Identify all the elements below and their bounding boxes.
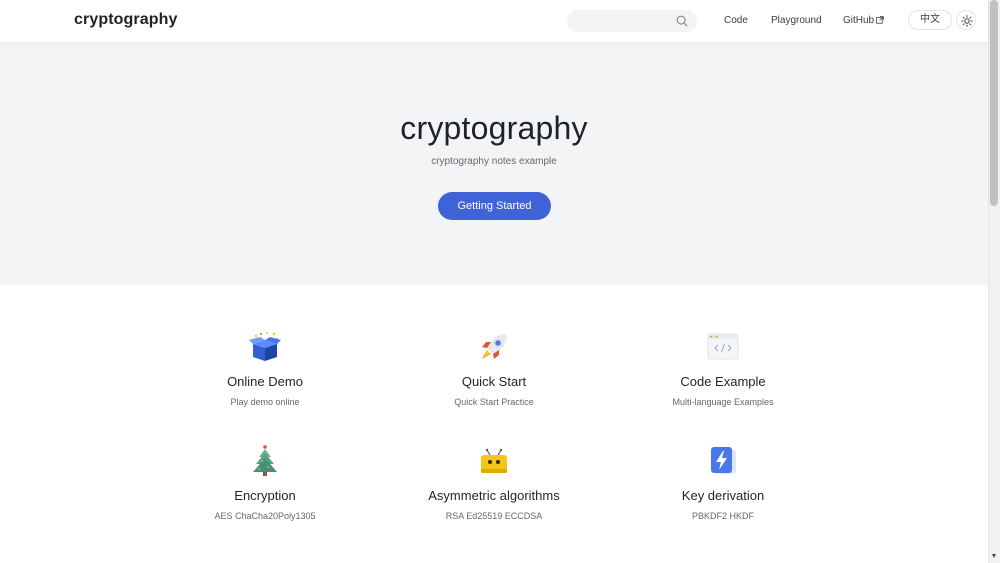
features-section: Online Demo Play demo online Quick Start…	[0, 285, 988, 563]
feature-title: Key derivation	[681, 488, 765, 503]
feature-card-online-demo[interactable]: Online Demo Play demo online	[155, 330, 375, 407]
nav-link-github-label: GitHub	[843, 15, 875, 26]
feature-card-quick-start[interactable]: Quick Start Quick Start Practice	[384, 330, 604, 407]
theme-toggle-button[interactable]	[956, 10, 976, 30]
feature-title: Encryption	[234, 488, 296, 503]
rocket-icon	[482, 334, 507, 359]
feature-title: Asymmetric algorithms	[428, 488, 560, 503]
robot-icon	[481, 448, 507, 473]
code-window-icon	[707, 333, 739, 360]
feature-title: Online Demo	[227, 374, 303, 389]
scrollbar-thumb[interactable]	[990, 0, 998, 206]
external-link-icon	[876, 16, 884, 24]
lightning-icon	[711, 447, 736, 474]
feature-details: PBKDF2 HKDF	[691, 511, 754, 521]
feature-card-key-derivation[interactable]: Key derivation PBKDF2 HKDF	[613, 444, 833, 521]
language-switch-button[interactable]: 中文	[908, 10, 952, 30]
scroll-down-arrow-icon[interactable]: ▼	[990, 553, 998, 561]
site-title[interactable]: cryptography	[74, 11, 177, 29]
sun-icon	[961, 15, 973, 27]
hero-section: cryptography cryptography notes example …	[0, 42, 988, 285]
feature-card-encryption[interactable]: Encryption AES ChaCha20Poly1305	[155, 444, 375, 521]
feature-card-code-example[interactable]: Code Example Multi-language Examples	[613, 330, 833, 407]
nav-link-github[interactable]: GitHub	[843, 15, 884, 26]
hero-tagline: cryptography notes example	[431, 156, 557, 167]
nav-link-playground[interactable]: Playground	[771, 15, 822, 26]
feature-details: Multi-language Examples	[672, 397, 774, 407]
feature-title: Quick Start	[461, 374, 527, 389]
feature-details: AES ChaCha20Poly1305	[214, 511, 316, 521]
page-scrollbar[interactable]: ▼	[988, 0, 1000, 563]
navbar: cryptography Code Playground GitHub 中文	[0, 0, 988, 42]
nav-link-code[interactable]: Code	[724, 15, 748, 26]
feature-details: Play demo online	[230, 397, 300, 407]
feature-details: RSA Ed25519 ECCDSA	[445, 511, 543, 521]
getting-started-button[interactable]: Getting Started	[438, 192, 551, 220]
search-input[interactable]	[567, 10, 697, 32]
gift-box-icon	[249, 332, 281, 361]
christmas-tree-icon	[253, 445, 277, 476]
feature-details: Quick Start Practice	[454, 397, 534, 407]
feature-card-asymmetric-algorithms[interactable]: Asymmetric algorithms RSA Ed25519 ECCDSA	[384, 444, 604, 521]
search-icon[interactable]	[675, 14, 689, 28]
feature-title: Code Example	[680, 374, 766, 389]
hero-title: cryptography	[400, 110, 588, 146]
